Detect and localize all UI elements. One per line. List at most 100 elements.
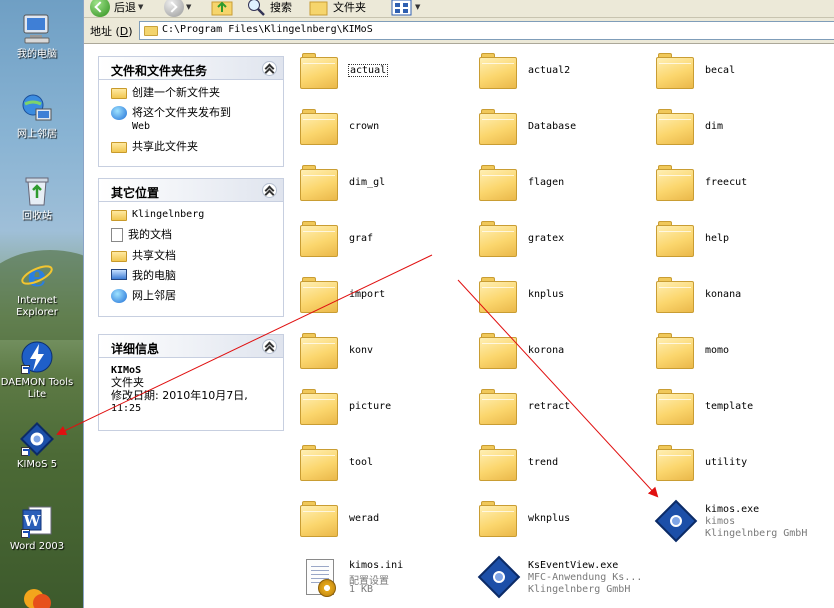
folder-item-dim_gl[interactable]: dim_gl (300, 163, 470, 209)
desktop-icon-daemon-tools[interactable]: DAEMON Tools Lite (0, 340, 74, 401)
desktop-icon-label: KIMoS 5 (16, 459, 58, 470)
folder-icon (300, 219, 340, 259)
task-new-folder[interactable]: 创建一个新文件夹 (111, 86, 283, 99)
folder-name: template (705, 401, 754, 412)
folder-item-becal[interactable]: becal (656, 51, 826, 97)
collapse-chevron-icon[interactable] (262, 339, 277, 354)
folder-item-graf[interactable]: graf (300, 219, 470, 265)
folder-item-freecut[interactable]: freecut (656, 163, 826, 209)
folder-item-database[interactable]: Database (479, 107, 649, 153)
task-label-line2: Web (132, 121, 151, 132)
file-item-kimos-ini[interactable]: kimos.ini 配置设置 1 KB (300, 557, 470, 603)
folder-name: konv (349, 345, 374, 356)
folder-item-actual[interactable]: actual (300, 51, 470, 97)
svg-text:e: e (27, 259, 46, 292)
panel-header[interactable]: 其它位置 (99, 179, 283, 202)
desktop-icon-recycle-bin[interactable]: 回收站 (0, 174, 74, 223)
chevron-down-icon[interactable]: ▼ (138, 3, 143, 11)
back-arrow-icon (90, 0, 110, 17)
desktop-icon-internet-explorer[interactable]: e Internet Explorer (0, 258, 74, 319)
panel-header[interactable]: 详细信息 (99, 335, 283, 358)
folder-icon (300, 51, 340, 91)
folder-item-tool[interactable]: tool (300, 443, 470, 489)
file-name: kimos.ini (349, 560, 404, 571)
folder-name: dim_gl (349, 177, 386, 188)
my-documents-icon (111, 228, 123, 242)
place-my-computer[interactable]: 我的电脑 (111, 269, 283, 282)
folders-label: 文件夹 (333, 1, 366, 14)
forward-button[interactable]: ▼ (164, 0, 191, 17)
folder-item-actual2[interactable]: actual2 (479, 51, 649, 97)
place-network[interactable]: 网上邻居 (111, 289, 283, 303)
folder-name: momo (705, 345, 730, 356)
chevron-down-icon[interactable]: ▼ (415, 3, 420, 11)
folder-item-konana[interactable]: konana (656, 275, 826, 321)
folder-item-crown[interactable]: crown (300, 107, 470, 153)
place-shared-documents[interactable]: 共享文档 (111, 249, 283, 262)
folder-item-werad[interactable]: werad (300, 499, 470, 545)
collapse-chevron-icon[interactable] (262, 61, 277, 76)
folder-item-wknplus[interactable]: wknplus (479, 499, 649, 545)
search-button[interactable]: 搜索 (246, 0, 292, 16)
folder-item-import[interactable]: import (300, 275, 470, 321)
address-path[interactable]: C:\Program Files\Klingelnberg\KIMoS (162, 24, 373, 35)
panel-header[interactable]: 文件和文件夹任务 (99, 57, 283, 80)
file-folder-tasks-panel: 文件和文件夹任务 创建一个新文件夹 将这个文件夹发布到 Web 共享此文件夹 (98, 56, 284, 167)
folder-item-picture[interactable]: picture (300, 387, 470, 433)
folder-icon (479, 443, 519, 483)
search-icon (248, 0, 265, 16)
views-button[interactable]: ▼ (391, 0, 420, 16)
folder-icon (479, 219, 519, 259)
folder-item-gratex[interactable]: gratex (479, 219, 649, 265)
folder-name: crown (349, 121, 380, 132)
detail-type: 文件夹 (111, 376, 144, 389)
task-share-folder[interactable]: 共享此文件夹 (111, 140, 283, 153)
task-label: 创建一个新文件夹 (132, 86, 220, 99)
folder-icon (479, 387, 519, 427)
kimos-icon (654, 499, 698, 543)
svg-text:W: W (23, 512, 42, 530)
folder-name: utility (705, 457, 748, 468)
desktop-icon-my-computer[interactable]: 我的电脑 (0, 12, 74, 61)
task-label: 将这个文件夹发布到 (132, 106, 231, 119)
desktop-icon-network-places[interactable]: 网上邻居 (0, 92, 74, 141)
folder-item-trend[interactable]: trend (479, 443, 649, 489)
folder-item-utility[interactable]: utility (656, 443, 826, 489)
file-item-kimos-exe[interactable]: kimos.exe kimos Klingelnberg GmbH (654, 499, 831, 547)
desktop-icon-kimos5[interactable]: KIMoS 5 (0, 422, 74, 471)
folders-button[interactable]: 文件夹 (309, 0, 366, 16)
desktop-icon-word2003[interactable]: W Word 2003 (0, 504, 74, 553)
folder-item-dim[interactable]: dim (656, 107, 826, 153)
folder-name: knplus (528, 289, 565, 300)
folder-item-template[interactable]: template (656, 387, 826, 433)
place-label: 我的文档 (128, 228, 172, 241)
folder-icon (479, 331, 519, 371)
folder-icon (300, 443, 340, 483)
up-folder-icon (211, 1, 233, 16)
msn-icon (20, 585, 54, 608)
place-my-documents[interactable]: 我的文档 (111, 228, 283, 242)
desktop-icon-label: Word 2003 (9, 541, 65, 552)
folder-item-retract[interactable]: retract (479, 387, 649, 433)
address-input[interactable]: C:\Program Files\Klingelnberg\KIMoS (139, 21, 834, 40)
back-button[interactable]: 后退 ▼ (90, 0, 143, 17)
folder-item-knplus[interactable]: knplus (479, 275, 649, 321)
folder-item-korona[interactable]: korona (479, 331, 649, 377)
chevron-down-icon[interactable]: ▼ (186, 3, 191, 11)
collapse-chevron-icon[interactable] (262, 183, 277, 198)
file-item-ksevent-exe[interactable]: KsEventView.exe MFC-Anwendung Ks... Klin… (477, 555, 654, 603)
folder-item-konv[interactable]: konv (300, 331, 470, 377)
place-label: 共享文档 (132, 249, 176, 262)
standard-toolbar: 后退 ▼ ▼ 搜索 文件夹 ▼ (84, 0, 834, 18)
place-klingelnberg[interactable]: Klingelnberg (111, 208, 283, 221)
folder-item-momo[interactable]: momo (656, 331, 826, 377)
desktop-icon-partial[interactable] (0, 585, 74, 608)
detail-modified-time: 11:25 (111, 403, 142, 414)
up-folder-button[interactable] (211, 0, 233, 16)
task-publish-web[interactable]: 将这个文件夹发布到 Web (111, 106, 283, 133)
folder-item-flagen[interactable]: flagen (479, 163, 649, 209)
my-computer-icon (111, 269, 127, 280)
folder-item-help[interactable]: help (656, 219, 826, 265)
desktop-icon-label: 我的电脑 (17, 49, 57, 60)
folder-name: tool (349, 457, 374, 468)
